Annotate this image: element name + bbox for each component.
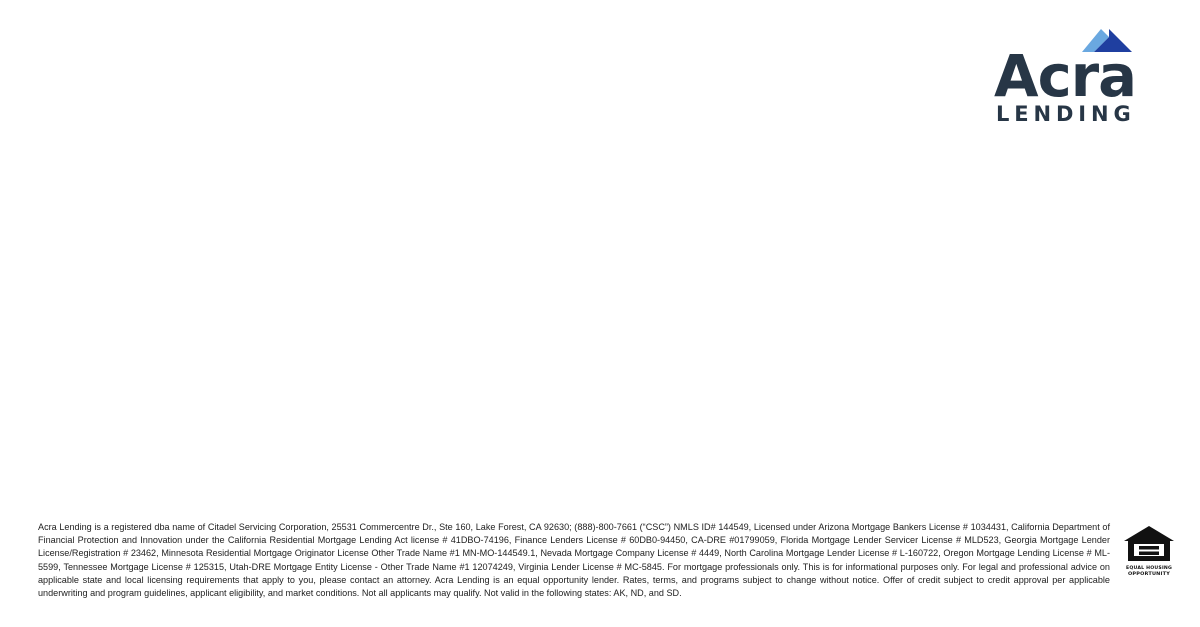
ad-canvas: Acra LENDING Acra Lending is a registere… xyxy=(0,0,1200,627)
equal-sign-top-bar xyxy=(1139,546,1159,550)
legal-disclaimer: Acra Lending is a registered dba name of… xyxy=(38,522,1110,599)
house-outline-icon xyxy=(1124,526,1174,561)
logo-wordmark-lending: LENDING xyxy=(996,102,1134,126)
equal-housing-line1: EQUAL HOUSING xyxy=(1126,565,1172,571)
equal-sign-bottom-bar xyxy=(1139,551,1159,555)
logo-wordmark-acra: Acra xyxy=(994,42,1136,110)
equal-housing-opportunity-icon: EQUAL HOUSING OPPORTUNITY xyxy=(1124,526,1174,577)
equal-housing-line2: OPPORTUNITY xyxy=(1128,571,1171,577)
acra-lending-logo: Acra LENDING xyxy=(990,26,1140,126)
acra-logo-mark: Acra LENDING xyxy=(994,29,1137,126)
equal-housing-opportunity-badge: EQUAL HOUSING OPPORTUNITY xyxy=(1122,524,1176,580)
